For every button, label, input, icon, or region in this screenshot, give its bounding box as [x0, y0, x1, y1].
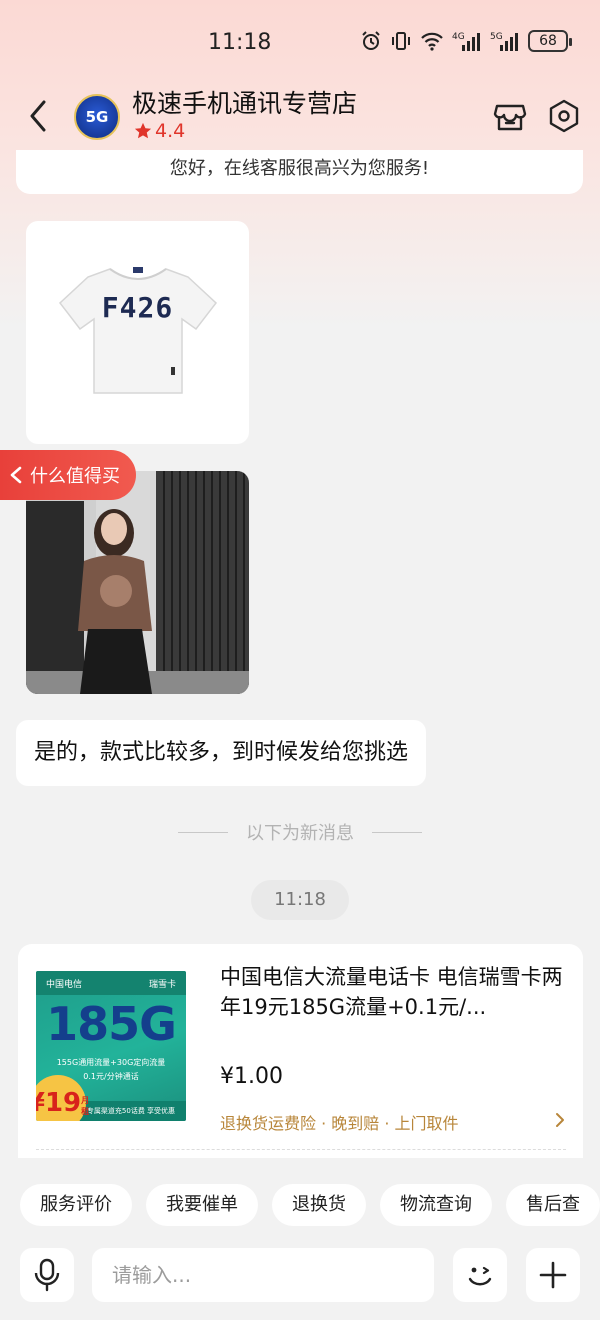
signal-5g-icon: 5G: [490, 30, 520, 52]
product-title[interactable]: 中国电信大流量电话卡 电信瑞雪卡两年19元185G流量+0.1元/...: [220, 962, 565, 1022]
svg-text:4G: 4G: [452, 32, 465, 42]
alarm-icon: [360, 30, 382, 52]
rating-value: 4.4: [155, 120, 186, 142]
quick-action-logistics[interactable]: 物流查询: [380, 1184, 492, 1226]
shop-avatar[interactable]: 5G: [74, 94, 120, 140]
quick-action-return[interactable]: 退换货: [272, 1184, 366, 1226]
divider-label: 以下为新消息: [246, 823, 354, 844]
voice-button[interactable]: [20, 1248, 74, 1302]
product-image-header: 中国电信 瑞雪卡: [36, 971, 186, 995]
vibrate-icon: [390, 30, 412, 52]
svg-text:5G: 5G: [490, 32, 503, 42]
status-time: 11:18: [208, 30, 272, 55]
input-bar: [0, 1244, 600, 1310]
side-tag-recommend[interactable]: 什么值得买: [0, 450, 136, 500]
status-bar: 11:18 4G 5G 68: [0, 0, 600, 80]
chevron-right-icon: [556, 1113, 564, 1127]
store-button[interactable]: [492, 98, 528, 134]
model-photo: [26, 471, 249, 694]
product-service-arrow[interactable]: [552, 1110, 568, 1130]
side-tag-label: 什么值得买: [30, 466, 120, 487]
avatar-label: 5G: [85, 108, 109, 126]
product-image-card-name: 瑞雪卡: [148, 979, 176, 990]
star-icon: [134, 122, 152, 139]
shop-rating: 4.4: [134, 120, 185, 142]
quick-action-review[interactable]: 服务评价: [20, 1184, 132, 1226]
status-icons: 4G 5G 68: [360, 30, 572, 52]
tshirt-print-text: F426: [101, 291, 174, 324]
quick-action-urge[interactable]: 我要催单: [146, 1184, 258, 1226]
new-messages-divider: 以下为新消息: [0, 818, 600, 846]
reply-message: 是的，款式比较多，到时候发给您挑选: [16, 720, 427, 786]
emoji-button[interactable]: [453, 1248, 507, 1302]
quick-actions: 服务评价 我要催单 退换货 物流查询 售后查: [20, 1184, 600, 1226]
divider-line-left: [178, 831, 228, 833]
quick-action-aftersale[interactable]: 售后查: [506, 1184, 600, 1226]
wink-emoji-icon: [468, 1266, 492, 1286]
product-image-footer: 专属渠道充50话费 享受优惠: [76, 1101, 186, 1121]
product-image-badge-text: ¥19: [36, 1088, 82, 1118]
chevron-left-icon: [10, 466, 22, 484]
product-service-tags[interactable]: 退换货运费险 · 晚到赔 · 上门取件: [220, 1110, 459, 1134]
product-image-data-amount: 185G: [46, 997, 177, 1051]
welcome-message: 您好，在线客服很高兴为您服务!: [16, 150, 583, 194]
product-card[interactable]: 中国电信 瑞雪卡 185G 155G通用流量+30G定向流量 0.1元/分钟通话…: [18, 944, 583, 1158]
tshirt-image: [58, 267, 218, 394]
chat-header: 5G 极速手机通讯专营店 4.4: [0, 82, 600, 154]
microphone-icon: [34, 1258, 60, 1292]
store-icon: [493, 104, 527, 131]
product-image-badge-unit: 月租: [81, 1096, 90, 1116]
divider-line-right: [372, 831, 422, 833]
message-input[interactable]: [92, 1248, 434, 1302]
shop-name[interactable]: 极速手机通讯专营店: [132, 84, 357, 120]
product-image-brand: 中国电信: [46, 979, 83, 990]
settings-button[interactable]: [546, 98, 582, 134]
product-image: 中国电信 瑞雪卡 185G 155G通用流量+30G定向流量 0.1元/分钟通话…: [36, 971, 186, 1121]
image-message-tshirt[interactable]: F426: [26, 221, 249, 444]
battery-indicator: 68: [528, 30, 572, 52]
plus-icon: [539, 1261, 567, 1289]
more-button[interactable]: [526, 1248, 580, 1302]
chevron-left-icon: [30, 100, 46, 132]
signal-4g-icon: 4G: [452, 30, 482, 52]
message-time: 11:18: [251, 880, 349, 920]
hexagon-settings-icon: [549, 99, 579, 133]
product-price: ¥1.00: [220, 1064, 283, 1089]
back-button[interactable]: [22, 96, 58, 136]
product-card-divider: [36, 1149, 566, 1150]
image-message-photo[interactable]: [26, 471, 249, 694]
wifi-icon: [420, 31, 444, 51]
product-image-line1: 155G通用流量+30G定向流量: [56, 1058, 166, 1067]
